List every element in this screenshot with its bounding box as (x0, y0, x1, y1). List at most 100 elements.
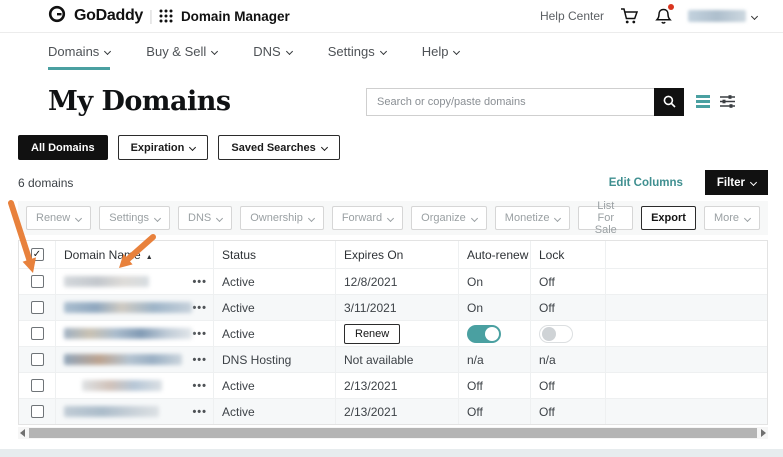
auto-renew-cell: On (459, 269, 531, 294)
chevron-down-icon (104, 47, 111, 54)
monetize-button[interactable]: Monetize (495, 206, 571, 230)
status-cell: Active (214, 295, 336, 320)
status-cell: Active (214, 321, 336, 346)
row-menu-icon[interactable]: ••• (192, 406, 207, 418)
primary-nav: Domains Buy & Sell DNS Settings Help (0, 33, 783, 70)
row-checkbox[interactable] (31, 379, 44, 392)
settings-button[interactable]: Settings (99, 206, 170, 230)
list-view-icon[interactable] (696, 95, 710, 108)
col-status[interactable]: Status (214, 241, 336, 268)
apps-grid-icon[interactable] (159, 9, 173, 23)
scroll-left-arrow[interactable] (20, 429, 25, 437)
nav-domains[interactable]: Domains (48, 33, 110, 70)
scroll-right-arrow[interactable] (761, 429, 766, 437)
lock-toggle-off[interactable] (539, 325, 573, 343)
all-domains-chip[interactable]: All Domains (18, 135, 108, 160)
row-checkbox[interactable] (31, 327, 44, 340)
row-checkbox[interactable] (31, 405, 44, 418)
nav-help[interactable]: Help (422, 33, 460, 70)
domain-manager-page: GoDaddy | Domain Manager Help Center (0, 0, 783, 457)
top-header: GoDaddy | Domain Manager Help Center (0, 0, 783, 33)
chevron-down-icon (471, 214, 478, 221)
search-icon (663, 95, 676, 108)
edit-columns-link[interactable]: Edit Columns (609, 177, 683, 189)
chevron-down-icon (211, 47, 218, 54)
lock-cell: n/a (531, 347, 606, 372)
horizontal-scrollbar[interactable] (18, 427, 768, 439)
chevron-down-icon (453, 47, 460, 54)
notifications-bell-icon[interactable] (655, 7, 672, 25)
domain-name-redacted (64, 354, 182, 365)
row-checkbox[interactable] (31, 353, 44, 366)
col-expires-on[interactable]: Expires On (336, 241, 459, 268)
auto-renew-cell: n/a (459, 347, 531, 372)
chevron-down-icon (744, 214, 751, 221)
expires-cell: 2/13/2021 (336, 399, 459, 424)
row-menu-icon[interactable]: ••• (192, 380, 207, 392)
page-title: My Domains (48, 86, 231, 117)
filter-button[interactable]: Filter (705, 170, 768, 195)
list-for-sale-button[interactable]: List For Sale (578, 206, 633, 230)
row-checkbox[interactable] (31, 301, 44, 314)
row-checkbox[interactable] (31, 275, 44, 288)
col-lock[interactable]: Lock (531, 241, 606, 268)
table-row: ••• Active 3/11/2021 On Off (19, 294, 767, 320)
more-button[interactable]: More (704, 206, 760, 230)
ownership-button[interactable]: Ownership (240, 206, 324, 230)
table-row: ••• Active 2/13/2021 Off Off (19, 398, 767, 424)
expires-cell: 2/13/2021 (336, 373, 459, 398)
auto-renew-cell: On (459, 295, 531, 320)
chevron-down-icon (554, 214, 561, 221)
status-cell: Active (214, 269, 336, 294)
row-menu-icon[interactable]: ••• (192, 302, 207, 314)
nav-dns[interactable]: DNS (253, 33, 291, 70)
status-cell: Active (214, 373, 336, 398)
domain-count: 6 domains (18, 176, 73, 190)
domain-name-redacted (82, 380, 162, 391)
cart-icon[interactable] (620, 7, 639, 25)
search-button[interactable] (654, 88, 684, 116)
renew-domain-button[interactable]: Renew (344, 324, 400, 344)
footer-strip (0, 449, 783, 457)
domains-table: ✓ Domain Name▲ Status Expires On Auto-re… (18, 240, 768, 425)
help-center-link[interactable]: Help Center (540, 9, 604, 23)
select-all-checkbox[interactable]: ✓ (31, 248, 44, 261)
bulk-actions-toolbar: Renew Settings DNS Ownership Forward Org… (18, 201, 768, 235)
status-cell: Active (214, 399, 336, 424)
saved-searches-chip[interactable]: Saved Searches (218, 135, 339, 160)
domain-name-redacted (64, 406, 159, 417)
nav-settings[interactable]: Settings (328, 33, 386, 70)
godaddy-logo[interactable]: GoDaddy (48, 5, 143, 28)
table-row: ••• Active 12/8/2021 On Off (19, 268, 767, 294)
col-auto-renew[interactable]: Auto-renew (459, 241, 531, 268)
search-input[interactable] (366, 88, 654, 116)
header-divider: | (149, 8, 153, 25)
account-menu[interactable] (688, 10, 757, 22)
dns-button[interactable]: DNS (178, 206, 232, 230)
table-row: ••• DNS Hosting Not available n/a n/a (19, 346, 767, 372)
status-cell: DNS Hosting (214, 347, 336, 372)
row-menu-icon[interactable]: ••• (192, 276, 207, 288)
table-row: ••• Active 2/13/2021 Off Off (19, 372, 767, 398)
row-menu-icon[interactable]: ••• (192, 328, 207, 340)
domain-name-redacted (64, 276, 149, 287)
forward-button[interactable]: Forward (332, 206, 403, 230)
scrollbar-thumb[interactable] (29, 428, 757, 438)
lock-cell: Off (531, 373, 606, 398)
auto-renew-cell: Off (459, 399, 531, 424)
renew-button[interactable]: Renew (26, 206, 91, 230)
row-menu-icon[interactable]: ••• (192, 354, 207, 366)
domain-name-redacted (64, 328, 192, 339)
expiration-chip[interactable]: Expiration (118, 135, 209, 160)
app-title: Domain Manager (181, 9, 290, 24)
advanced-view-icon[interactable] (720, 94, 735, 109)
export-button[interactable]: Export (641, 206, 696, 230)
col-domain-name[interactable]: Domain Name▲ (64, 248, 153, 262)
chevron-down-icon (216, 214, 223, 221)
auto-renew-toggle-on[interactable] (467, 325, 501, 343)
organize-button[interactable]: Organize (411, 206, 487, 230)
expires-cell: 12/8/2021 (336, 269, 459, 294)
sort-ascending-icon: ▲ (146, 254, 153, 261)
nav-buy-sell[interactable]: Buy & Sell (146, 33, 217, 70)
domain-search (366, 88, 735, 116)
